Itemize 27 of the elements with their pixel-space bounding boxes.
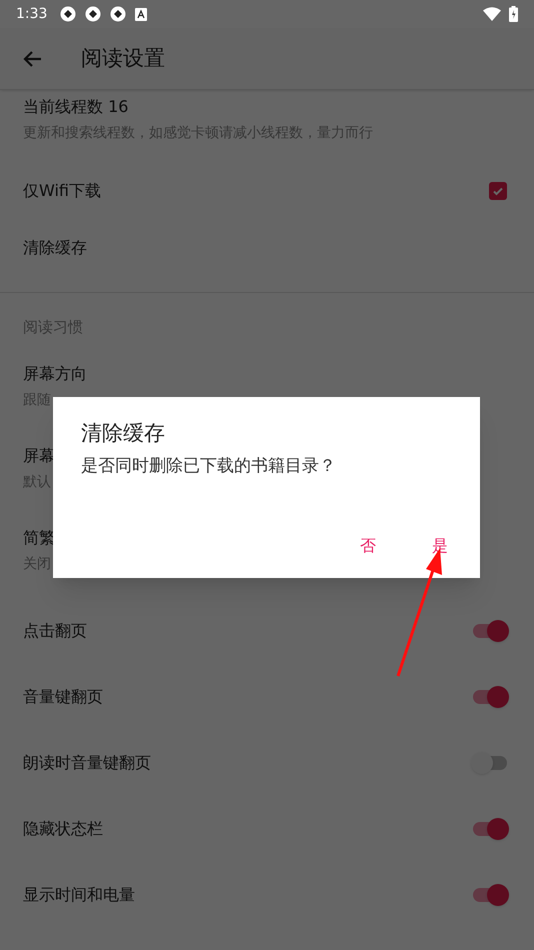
toggle-switch[interactable] (471, 619, 509, 643)
setting-title: 屏幕方向 (23, 363, 87, 385)
keyboard-icon (135, 8, 148, 20)
battery-icon (509, 6, 518, 22)
checkbox[interactable] (489, 182, 507, 200)
dialog-title: 清除缓存 (81, 420, 165, 447)
setting-title: 音量键翻页 (23, 686, 103, 708)
wifi-icon (483, 7, 501, 21)
setting-title: 屏幕 (23, 445, 55, 467)
setting-title: 点击翻页 (23, 620, 87, 642)
setting-title: 简繁 (23, 527, 55, 549)
setting-title: 清除缓存 (23, 237, 87, 259)
check-icon (492, 185, 504, 197)
setting-title: 显示时间和电量 (23, 884, 135, 906)
toggle-switch[interactable] (471, 751, 509, 775)
setting-title: 当前线程数 16 (23, 96, 128, 118)
setting-title: 仅Wifi下载 (23, 180, 101, 202)
dialog-button[interactable]: 否 (352, 530, 384, 562)
status-time: 1:33 (16, 4, 48, 24)
toggle-switch[interactable] (471, 883, 509, 907)
back-arrow-icon (22, 50, 42, 68)
setting-title: 朗读时音量键翻页 (23, 752, 151, 774)
dialog-message: 是否同时删除已下载的书籍目录？ (81, 455, 336, 478)
page-title: 阅读设置 (81, 44, 165, 72)
setting-title: 隐藏状态栏 (23, 818, 103, 840)
toggle-switch[interactable] (471, 685, 509, 709)
toggle-switch[interactable] (471, 817, 509, 841)
